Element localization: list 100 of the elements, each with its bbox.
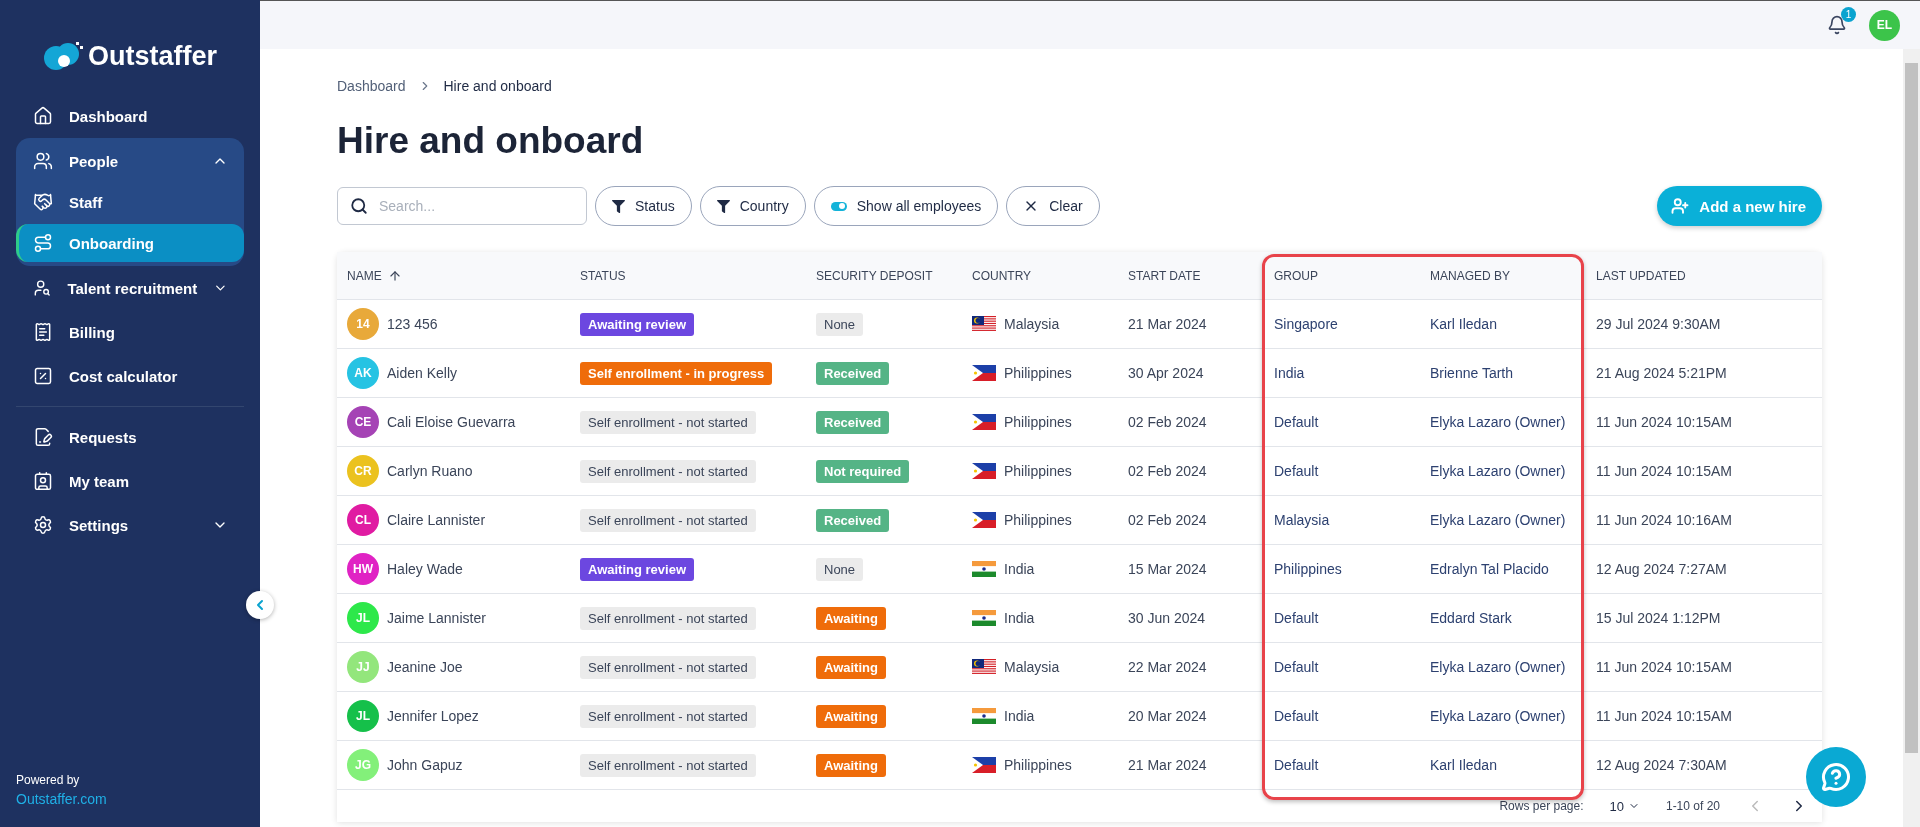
table-cell: Default (1264, 643, 1420, 692)
table-cell: Elyka Lazaro (Owner) (1420, 398, 1586, 447)
table-cell: Brienne Tarth (1420, 349, 1586, 398)
breadcrumb-link[interactable]: Dashboard (337, 78, 406, 94)
rows-per-page-label: Rows per page: (1499, 799, 1584, 813)
sidebar-item[interactable]: Dashboard (16, 97, 244, 135)
column-header[interactable]: STATUS (570, 252, 806, 300)
logo-icon (42, 40, 84, 72)
filter-button[interactable]: Country (699, 186, 806, 226)
status-tag: Awaiting review (580, 312, 694, 336)
filter-icon (612, 199, 625, 213)
rows-per-page-select[interactable]: 10 (1609, 798, 1640, 814)
country-name: Malaysia (1004, 316, 1060, 332)
employee-name: John Gapuz (387, 757, 463, 773)
sidebar-item[interactable]: Billing (16, 313, 244, 351)
table-cell: 20 Mar 2024 (1118, 692, 1264, 741)
breadcrumb-link[interactable]: Hire and onboard (443, 78, 552, 94)
receipt-icon (33, 322, 53, 342)
table-cell: India (1264, 349, 1420, 398)
sidebar-item[interactable]: Staff (16, 183, 244, 221)
search-field[interactable]: Search... (337, 187, 587, 225)
column-header[interactable]: SECURITY DEPOSIT (806, 252, 962, 300)
person-card-icon (33, 471, 53, 491)
table-cell: 22 Mar 2024 (1118, 643, 1264, 692)
column-header[interactable]: LAST UPDATED (1586, 252, 1822, 300)
sidebar-item[interactable]: Cost calculator (16, 357, 244, 395)
flag-icon (972, 316, 996, 332)
notification-bell-icon[interactable] (1827, 15, 1847, 35)
table-cell: Elyka Lazaro (Owner) (1420, 447, 1586, 496)
column-header[interactable]: COUNTRY (962, 252, 1118, 300)
column-header[interactable]: NAME (337, 252, 570, 300)
deposit-tag: Received (816, 410, 890, 434)
table-cell: 02 Feb 2024 (1118, 447, 1264, 496)
table-cell: 15 Jul 2024 1:12PM (1586, 594, 1822, 643)
status-tag: Self enrollment - not started (580, 410, 756, 434)
toggle-button[interactable]: Show all employees (813, 186, 999, 226)
table-cell: Default (1264, 692, 1420, 741)
country-name: Philippines (1004, 365, 1072, 381)
table-cell: Default (1264, 594, 1420, 643)
table-cell: Default (1264, 447, 1420, 496)
document-pen-icon (33, 427, 53, 447)
page-range: 1-10 of 20 (1665, 799, 1720, 813)
deposit-tag: None (816, 557, 864, 581)
home-icon (33, 106, 53, 126)
table-cell: Singapore (1264, 300, 1420, 349)
website-link[interactable]: Outstaffer.com (16, 791, 244, 807)
employee-name: Jennifer Lopez (387, 708, 479, 724)
table-cell: 21 Mar 2024 (1118, 741, 1264, 790)
initials-avatar: CL (347, 504, 379, 536)
sidebar-item[interactable]: My team (16, 462, 244, 500)
status-tag: Self enrollment - in progress (580, 361, 773, 385)
clear-button[interactable]: Clear (1006, 186, 1100, 226)
add-person-icon (1671, 197, 1690, 215)
people-icon (33, 151, 53, 171)
user-search-icon (33, 278, 52, 298)
help-icon (1821, 762, 1851, 792)
country-name: India (1004, 708, 1035, 724)
initials-avatar: JG (347, 749, 379, 781)
sidebar-item[interactable]: Talent recruitment (16, 269, 244, 307)
column-header[interactable]: GROUP (1264, 252, 1420, 300)
status-tag: Self enrollment - not started (580, 655, 756, 679)
table-cell: Elyka Lazaro (Owner) (1420, 692, 1586, 741)
deposit-tag: Received (816, 361, 890, 385)
settings-icon (33, 515, 53, 535)
table-cell: Philippines (1264, 545, 1420, 594)
sidebar-item[interactable]: Requests (16, 418, 244, 456)
flag-icon (972, 512, 996, 528)
table-cell: 11 Jun 2024 10:15AM (1586, 447, 1822, 496)
deposit-tag: Not required (816, 459, 910, 483)
toggle-switch-icon (830, 201, 847, 211)
filter-icon (716, 199, 730, 213)
flag-icon (972, 463, 996, 479)
deposit-tag: Awaiting (816, 606, 886, 630)
flag-icon (972, 610, 996, 626)
table-cell: 11 Jun 2024 10:15AM (1586, 643, 1822, 692)
filter-button[interactable]: Status (595, 186, 692, 226)
scrollbar[interactable] (1903, 49, 1920, 827)
employee-name: Cali Eloise Guevarra (387, 414, 516, 430)
deposit-tag: Awaiting (816, 753, 886, 777)
table-cell: Malaysia (1264, 496, 1420, 545)
column-header[interactable]: START DATE (1118, 252, 1264, 300)
route-icon (33, 233, 53, 253)
sidebar-item[interactable]: Onboarding (16, 224, 244, 262)
status-tag: Self enrollment - not started (580, 459, 756, 483)
deposit-tag: Awaiting (816, 704, 886, 728)
table-cell: 30 Apr 2024 (1118, 349, 1264, 398)
table-cell: 02 Feb 2024 (1118, 496, 1264, 545)
table-cell: Default (1264, 398, 1420, 447)
sidebar-item[interactable]: Settings (16, 506, 244, 544)
sidebar-item[interactable]: People (16, 142, 244, 180)
initials-avatar: JL (347, 700, 379, 732)
collapse-sidebar-button[interactable] (246, 591, 274, 619)
country-name: India (1004, 561, 1035, 577)
table-cell: 12 Aug 2024 7:27AM (1586, 545, 1822, 594)
column-header[interactable]: MANAGED BY (1420, 252, 1586, 300)
country-name: Philippines (1004, 414, 1072, 430)
table-cell: 15 Mar 2024 (1118, 545, 1264, 594)
employee-name: Haley Wade (387, 561, 463, 577)
deposit-tag: Received (816, 508, 890, 532)
notification-badge: 1 (1841, 7, 1856, 22)
